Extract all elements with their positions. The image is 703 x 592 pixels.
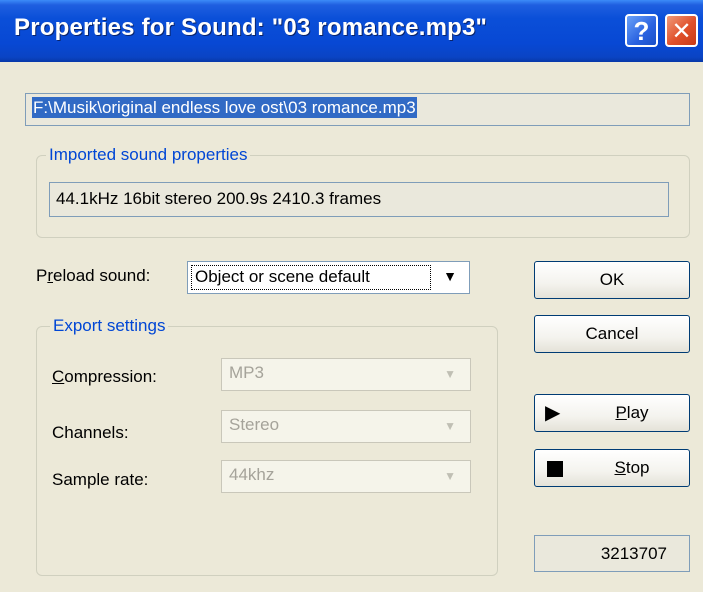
imported-properties-legend: Imported sound properties	[46, 145, 251, 165]
file-path-field[interactable]: F:\Musik\original endless love ost\03 ro…	[25, 93, 690, 126]
compression-select[interactable]: MP3 ▼	[221, 358, 471, 391]
preload-sound-value: Object or scene default	[191, 265, 431, 290]
title-bar[interactable]: Properties for Sound: "03 romance.mp3" ?…	[0, 0, 703, 62]
dropdown-arrow-icon[interactable]: ▼	[444, 469, 456, 483]
stop-icon	[547, 461, 563, 477]
channels-select[interactable]: Stereo ▼	[221, 410, 471, 443]
file-path-text: F:\Musik\original endless love ost\03 ro…	[32, 97, 417, 118]
help-button[interactable]: ?	[625, 14, 658, 47]
dropdown-arrow-icon[interactable]: ▼	[444, 367, 456, 381]
dropdown-arrow-icon[interactable]: ▼	[443, 268, 457, 284]
stop-button[interactable]: Stop	[534, 449, 690, 487]
window-title: Properties for Sound: "03 romance.mp3"	[14, 14, 488, 41]
stop-button-label: Stop	[614, 458, 650, 477]
play-icon: ▶	[545, 402, 561, 424]
close-button[interactable]: ✕	[665, 14, 698, 47]
ok-button[interactable]: OK	[534, 261, 690, 299]
cancel-button-label: Cancel	[585, 324, 639, 343]
compression-label: Compression:	[52, 367, 157, 386]
preload-sound-label: Preload sound:	[36, 266, 151, 285]
play-button-label: Play	[615, 403, 649, 422]
sample-rate-label: Sample rate:	[52, 470, 149, 489]
sample-rate-value: 44khz	[229, 465, 275, 484]
cancel-button[interactable]: Cancel	[534, 315, 690, 353]
preload-sound-select[interactable]: Object or scene default ▼	[187, 261, 470, 294]
imported-properties-field: 44.1kHz 16bit stereo 200.9s 2410.3 frame…	[49, 182, 669, 217]
compression-value: MP3	[229, 363, 264, 382]
dropdown-arrow-icon[interactable]: ▼	[444, 419, 456, 433]
channels-value: Stereo	[229, 415, 280, 434]
sample-rate-select[interactable]: 44khz ▼	[221, 460, 471, 493]
sound-size-readout: 3213707	[534, 535, 690, 572]
ok-button-label: OK	[599, 270, 625, 289]
channels-label: Channels:	[52, 423, 129, 442]
play-button[interactable]: ▶ Play	[534, 394, 690, 432]
export-settings-legend: Export settings	[50, 316, 169, 336]
